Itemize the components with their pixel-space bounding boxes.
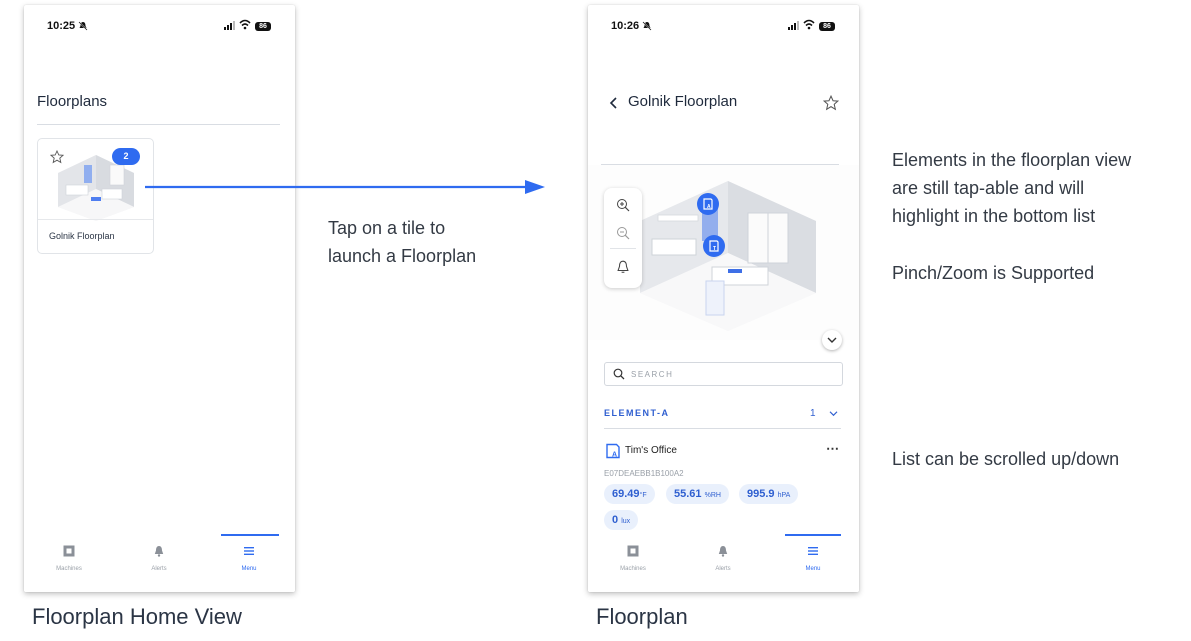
collapse-button[interactable] <box>822 330 842 350</box>
navigation-arrow <box>145 180 545 194</box>
reading-unit: hPA <box>777 492 791 499</box>
silent-bell-icon <box>78 21 88 31</box>
floorplan-home-phone: 10:25 86 Floorplans 2 Golnik Floorplan M… <box>24 5 295 592</box>
favorite-star-icon[interactable] <box>823 95 839 111</box>
temperature-reading: 69.49°F <box>604 484 655 504</box>
sensor-icon: A <box>606 443 620 459</box>
controls-divider <box>610 248 636 249</box>
svg-text:T: T <box>713 246 716 252</box>
machine-icon <box>627 545 639 557</box>
humidity-reading: 55.61 %RH <box>666 484 729 504</box>
menu-icon <box>808 547 818 555</box>
chevron-down-icon <box>827 337 837 343</box>
tab-menu[interactable]: Menu <box>219 544 279 572</box>
more-options-icon[interactable]: ⋯ <box>826 441 839 457</box>
tab-label: Alerts <box>151 566 167 572</box>
svg-text:A: A <box>612 452 617 459</box>
elements-annotation-line: highlight in the bottom list <box>892 206 1096 226</box>
group-count: 1 <box>810 408 816 419</box>
sensor-icon: A <box>703 198 713 210</box>
reading-unit: %RH <box>704 492 721 499</box>
sensor-icon: T <box>709 240 719 252</box>
battery-level: 86 <box>255 22 271 31</box>
caption-home-view: Floorplan Home View <box>32 604 242 629</box>
title-divider <box>37 124 280 125</box>
tab-label: Menu <box>241 566 257 572</box>
element-a-marker[interactable]: A <box>697 193 719 215</box>
element-b-marker[interactable]: T <box>703 235 725 257</box>
wifi-icon <box>239 19 251 30</box>
search-input[interactable] <box>629 366 833 382</box>
scroll-annotation: List can be scrolled up/down <box>892 449 1120 469</box>
favorite-star-icon[interactable] <box>50 150 64 164</box>
page-title: Floorplans <box>37 93 108 110</box>
signal-icon <box>788 21 799 30</box>
bell-icon <box>154 546 164 557</box>
search-icon <box>613 368 625 380</box>
reading-value: 69.49 <box>612 488 640 500</box>
reading-unit: lux <box>621 518 631 525</box>
tab-bar: Machines Alerts Menu <box>588 534 859 592</box>
tile-divider <box>38 219 153 220</box>
active-tab-indicator <box>221 534 279 536</box>
item-id: E07DEAEBB1B100A2 <box>604 469 684 478</box>
status-bar: 10:25 86 <box>24 5 295 45</box>
zoom-in-icon[interactable] <box>616 198 630 212</box>
item-name: Tim's Office <box>625 445 677 456</box>
reading-value: 55.61 <box>674 488 702 500</box>
tab-machines[interactable]: Machines <box>39 544 99 572</box>
tab-machines[interactable]: Machines <box>603 544 663 572</box>
battery-level: 86 <box>819 22 835 31</box>
tap-annotation: Tap on a tile to launch a Floorplan <box>328 214 476 270</box>
wifi-icon <box>803 19 815 30</box>
status-time: 10:26 <box>611 20 640 32</box>
bell-icon <box>718 546 728 557</box>
signal-icon <box>224 21 235 30</box>
group-divider <box>604 428 841 429</box>
status-bar: 10:26 86 <box>588 5 859 45</box>
reading-value: 995.9 <box>747 488 775 500</box>
tab-menu[interactable]: Menu <box>783 544 843 572</box>
tab-label: Machines <box>56 566 82 572</box>
tab-alerts[interactable]: Alerts <box>693 544 753 572</box>
search-bar[interactable] <box>604 362 843 386</box>
elements-annotation-line: are still tap-able and will <box>892 178 1085 198</box>
menu-icon <box>244 547 254 555</box>
reading-unit: °F <box>639 492 647 499</box>
tab-bar: Machines Alerts Menu <box>24 534 295 592</box>
elements-annotation-line: Elements in the floorplan view <box>892 150 1132 170</box>
tab-label: Menu <box>805 566 821 572</box>
svg-text:A: A <box>707 204 711 210</box>
alert-bell-icon[interactable] <box>616 260 630 274</box>
zoom-annotation: Pinch/Zoom is Supported <box>892 263 1095 283</box>
status-time: 10:25 <box>47 20 76 32</box>
tab-label: Alerts <box>715 566 731 572</box>
tab-label: Machines <box>620 566 646 572</box>
page-title: Golnik Floorplan <box>628 93 738 110</box>
reading-value: 0 <box>612 514 619 526</box>
group-header-name[interactable]: ELEMENT-A <box>604 408 670 418</box>
light-reading: 0 lux <box>604 510 639 530</box>
map-controls <box>604 188 642 288</box>
zoom-out-icon[interactable] <box>616 226 630 240</box>
list-item[interactable]: A Tim's Office ⋯ E07DEAEBB1B100A2 69.49°… <box>604 441 841 536</box>
floorplan-detail-phone: 10:26 86 Golnik Floorplan A T SEARCH ELE… <box>588 5 859 592</box>
group-chevron-down-icon[interactable] <box>829 410 838 417</box>
caption-floorplan: Floorplan <box>596 604 688 629</box>
tile-label: Golnik Floorplan <box>49 231 115 241</box>
floorplan-tile[interactable]: 2 Golnik Floorplan <box>37 138 154 254</box>
element-count-badge: 2 <box>112 148 140 165</box>
tap-annotation-line: Tap on a tile to <box>328 218 446 238</box>
active-tab-indicator <box>785 534 841 536</box>
floorplan-3d-image <box>640 181 816 331</box>
silent-bell-icon <box>642 21 652 31</box>
tap-annotation-line: launch a Floorplan <box>328 246 477 266</box>
tab-alerts[interactable]: Alerts <box>129 544 189 572</box>
elements-annotation: Elements in the floorplan view are still… <box>892 146 1131 230</box>
pressure-reading: 995.9 hPA <box>739 484 799 504</box>
machine-icon <box>63 545 75 557</box>
back-chevron-icon[interactable] <box>609 97 619 109</box>
